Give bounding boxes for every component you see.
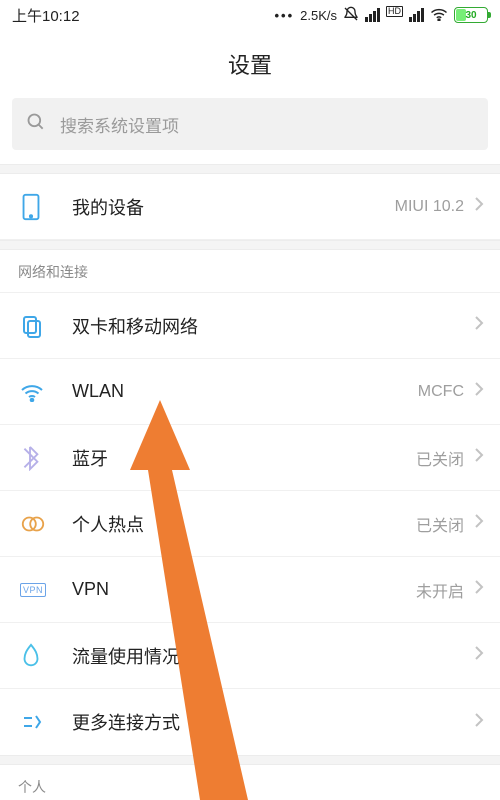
row-my-device[interactable]: 我的设备 MIUI 10.2 [0,174,500,240]
row-label: 个人热点 [54,511,416,537]
row-sim[interactable]: 双卡和移动网络 [0,293,500,359]
row-value: 未开启 [416,578,474,602]
bluetooth-icon [20,445,54,471]
row-wlan[interactable]: WLAN MCFC [0,359,500,425]
battery-icon: 30 [454,7,488,23]
signal-icon [365,8,380,22]
row-label: 我的设备 [54,194,395,220]
status-right: ••• 2.5K/s HD 30 [274,6,488,25]
search-container: 搜索系统设置项 [0,98,500,164]
more-dots-icon: ••• [274,8,294,23]
search-icon [26,112,46,137]
row-label: 双卡和移动网络 [54,313,464,339]
row-label: 流量使用情况 [54,643,464,669]
row-label: 更多连接方式 [54,709,464,735]
more-connections-icon [20,712,54,732]
row-vpn[interactable]: VPN VPN 未开启 [0,557,500,623]
chevron-right-icon [474,579,484,600]
row-label: WLAN [54,381,418,402]
chevron-right-icon [474,645,484,666]
signal-icon-2 [409,8,424,22]
page-title: 设置 [0,30,500,98]
section-gap [0,755,500,765]
section-gap [0,240,500,250]
row-value: 已关闭 [416,446,474,470]
chevron-right-icon [474,315,484,336]
row-label: 蓝牙 [54,445,416,471]
search-placeholder: 搜索系统设置项 [60,112,179,137]
settings-screen: 上午10:12 ••• 2.5K/s HD 30 设置 搜索系统设置项 [0,0,500,800]
row-value: MIUI 10.2 [395,198,474,216]
network-speed: 2.5K/s [300,8,337,23]
section-gap [0,164,500,174]
row-data-usage[interactable]: 流量使用情况 [0,623,500,689]
hd-badge: HD [386,6,403,17]
status-time: 上午10:12 [12,5,80,26]
data-usage-icon [20,643,54,669]
status-bar: 上午10:12 ••• 2.5K/s HD 30 [0,0,500,30]
section-header-network: 网络和连接 [0,250,500,293]
row-value: MCFC [418,383,474,401]
chevron-right-icon [474,513,484,534]
sim-icon [20,314,54,338]
row-hotspot[interactable]: 个人热点 已关闭 [0,491,500,557]
phone-icon [20,193,54,221]
wifi-icon [20,382,54,402]
silent-icon [343,6,359,25]
search-input[interactable]: 搜索系统设置项 [12,98,488,150]
wifi-icon [430,7,448,24]
chevron-right-icon [474,447,484,468]
row-bluetooth[interactable]: 蓝牙 已关闭 [0,425,500,491]
section-header-personal: 个人 [0,765,500,797]
chevron-right-icon [474,196,484,217]
row-more-connections[interactable]: 更多连接方式 [0,689,500,755]
hotspot-icon [20,513,54,535]
chevron-right-icon [474,712,484,733]
chevron-right-icon [474,381,484,402]
row-value: 已关闭 [416,512,474,536]
vpn-icon: VPN [20,583,54,597]
row-label: VPN [54,579,416,600]
